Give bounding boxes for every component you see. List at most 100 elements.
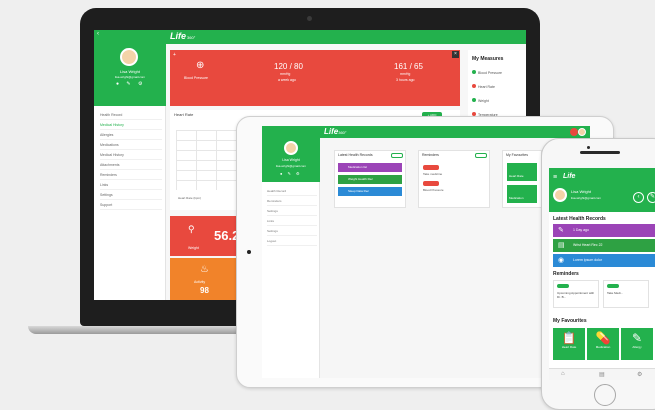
sidebar-item[interactable]: Health Record	[100, 110, 162, 120]
favourite-label: Allergy	[632, 345, 642, 349]
reminder-text: Take Medi...	[607, 291, 624, 295]
sidebar-item[interactable]: Links	[100, 180, 162, 190]
favourite-tile[interactable]: 💊 Medication	[587, 328, 619, 360]
pill-icon: ✎	[558, 227, 564, 234]
record-item[interactable]: Sleep Data Rec	[338, 187, 402, 196]
card-title: Latest Health Records	[338, 153, 373, 157]
tablet-sidebar: Lisa Wright lisa.wright@gmail.com ● ✎ ⚙ …	[262, 138, 320, 378]
bp-value-2: 161 / 65	[394, 62, 423, 71]
view-all-button[interactable]	[475, 153, 487, 158]
sidebar-item[interactable]: Support	[100, 200, 162, 210]
arrow-left-icon[interactable]: ‹	[633, 192, 644, 203]
avatar[interactable]	[284, 141, 298, 155]
sidebar-item[interactable]: Settings	[267, 226, 317, 236]
laptop-sidebar: Lisa Wright lisa.wright@gmail.com ● ✎ ⚙ …	[94, 44, 166, 300]
notification-icon[interactable]	[570, 128, 578, 136]
favourite-tile[interactable]: 📋 Heart Rate	[553, 328, 585, 360]
sidebar-item[interactable]: Medical History	[100, 120, 162, 130]
view-all-button[interactable]	[391, 153, 403, 158]
clipboard-icon: 📋	[561, 331, 577, 345]
reminder-tag	[607, 284, 619, 288]
favourites-card: My Favourites Heart Rate Medication	[502, 150, 542, 208]
phone-screen: ≡ Life Lisa Wright lisa.wright@gmail.com…	[549, 168, 655, 380]
profile-email: lisa.wright@gmail.com	[114, 75, 146, 79]
sidebar-item[interactable]: Logout	[267, 236, 317, 246]
record-item[interactable]: Medication list	[338, 163, 402, 172]
scale-icon: ⚲	[188, 224, 195, 234]
profile-email: lisa.wright@gmail.com	[275, 164, 307, 168]
blood-pressure-card[interactable]: + ⊕ Blood Pressure 120 / 80 mmHg a week …	[170, 50, 460, 106]
activity-tile[interactable]: ♨ Activity 98	[170, 258, 242, 300]
sidebar-item[interactable]: Allergies	[100, 130, 162, 140]
record-item[interactable]: ▤ Wrist Heart Rec 22	[553, 239, 655, 252]
menu-icon[interactable]: ≡	[553, 174, 557, 181]
reminder-text: Upcoming Appointment with Dr. B...	[557, 291, 595, 299]
sidebar-item[interactable]: Attachments	[100, 160, 162, 170]
reminder-item[interactable]: Take medicine	[423, 172, 442, 176]
profile-name: Lisa Wright	[120, 69, 140, 74]
activity-value: 98	[200, 286, 209, 295]
latest-records-card: Latest Health Records Medication list We…	[334, 150, 406, 208]
favourite-label: Heart Rate	[561, 345, 577, 349]
measure-item[interactable]: Heart Rate	[472, 84, 526, 89]
phone-speaker	[580, 151, 620, 154]
sidebar-item[interactable]: Reminders	[267, 196, 317, 206]
favourite-label: Medication	[595, 345, 611, 349]
favourite-tile[interactable]: ✎ Allergy	[621, 328, 653, 360]
measure-item[interactable]: Weight	[472, 98, 526, 103]
app-logo: Life360°	[170, 31, 196, 41]
reminder-card[interactable]: Upcoming Appointment with Dr. B...	[553, 280, 599, 308]
sidebar-menu: Health Record Medical History Allergies …	[100, 110, 162, 210]
home-tab-icon[interactable]: ⌂	[561, 371, 565, 377]
sidebar-item[interactable]: Medications	[100, 140, 162, 150]
sidebar-item[interactable]: Settings	[267, 206, 317, 216]
record-item[interactable]: ◉ Lorem ipsum dolor	[553, 254, 655, 267]
profile-actions[interactable]: ● ✎ ⚙	[116, 81, 145, 87]
bottom-tab-bar: ⌂ ▤ ⚙	[549, 368, 655, 380]
records-tab-icon[interactable]: ▤	[599, 371, 605, 378]
flame-icon: ♨	[200, 264, 209, 275]
back-icon[interactable]: ‹	[97, 31, 99, 37]
favourite-tile[interactable]: Heart Rate	[507, 163, 537, 181]
record-item[interactable]: ✎ 1 Day ago	[553, 224, 655, 237]
blood-pressure-label: Blood Pressure	[184, 76, 208, 80]
laptop-camera	[307, 16, 312, 21]
bp-value-1: 120 / 80	[274, 62, 303, 71]
sidebar-item[interactable]: Health Record	[267, 186, 317, 196]
bp-note-1: a week ago	[278, 78, 296, 82]
latest-records-title: Latest Health Records	[553, 216, 606, 222]
edit-icon[interactable]: ✎	[647, 192, 655, 203]
reminder-tag	[423, 165, 439, 170]
avatar[interactable]	[578, 128, 586, 136]
sidebar-item[interactable]: Settings	[100, 190, 162, 200]
reminder-item[interactable]: Blood Pressure	[423, 188, 444, 192]
reminders-card: Reminders Take medicine Blood Pressure	[418, 150, 490, 208]
close-icon[interactable]: ×	[452, 51, 459, 58]
profile-actions[interactable]: ● ✎ ⚙	[280, 171, 302, 176]
phone-home-button[interactable]	[594, 384, 616, 406]
clipboard-icon: ▤	[558, 242, 565, 249]
weight-tile[interactable]: ⚲ Weight 56.2	[170, 216, 242, 256]
avatar[interactable]	[120, 48, 138, 66]
favourite-tile[interactable]: Medication	[507, 185, 537, 203]
bp-note-2: 3 hours ago	[396, 78, 415, 82]
reminder-card[interactable]: Take Medi...	[603, 280, 649, 308]
sidebar-item[interactable]: Medical History	[100, 150, 162, 160]
sidebar-item[interactable]: Links	[267, 216, 317, 226]
record-item[interactable]: Weight Health Rec	[338, 175, 402, 184]
my-measures-title: My Measures	[472, 56, 504, 62]
reminders-title: Reminders	[553, 271, 579, 277]
app-logo: Life	[563, 173, 576, 180]
app-logo: Life360°	[324, 127, 347, 136]
phone-header: ≡ Life Lisa Wright lisa.wright@gmail.com…	[549, 168, 655, 212]
measure-item[interactable]: Blood Pressure	[472, 70, 526, 75]
profile-email: lisa.wright@gmail.com	[571, 196, 602, 200]
heart-rate-title: Heart Rate	[174, 112, 194, 117]
add-icon[interactable]: +	[173, 52, 176, 58]
sidebar-item[interactable]: Reminders	[100, 170, 162, 180]
profile-name: Lisa Wright	[282, 158, 300, 162]
avatar[interactable]	[553, 188, 567, 202]
tablet-camera	[247, 250, 251, 254]
settings-tab-icon[interactable]: ⚙	[637, 371, 642, 378]
favourites-title: My Favourites	[553, 318, 587, 324]
